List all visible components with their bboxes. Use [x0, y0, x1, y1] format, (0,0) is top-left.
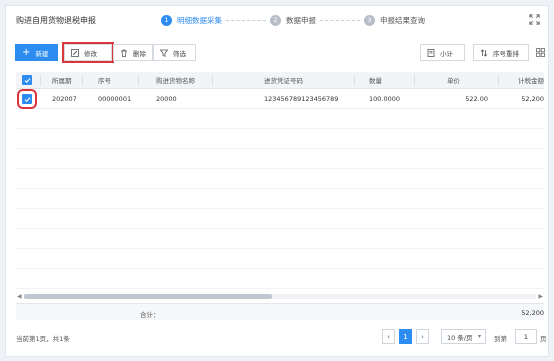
filter-button[interactable]: 筛选 [153, 44, 196, 61]
data-table: 所属期 序号 购进货物名称 进货凭证号码 数量 单价 计税金额 202007 0… [16, 72, 544, 298]
step-number: 2 [270, 14, 281, 26]
page-size-value: 10 条/页 [447, 333, 473, 342]
empty-row [16, 270, 544, 289]
column-header-period[interactable]: 所属期 [52, 72, 72, 88]
scroll-right-icon[interactable]: ▶ [538, 293, 543, 300]
plus-icon: + [22, 46, 31, 58]
page-title: 购进自用货物退税申报 [16, 16, 96, 25]
page-size-select[interactable]: 10 条/页 ▾ [441, 329, 486, 344]
column-divider [354, 75, 355, 86]
check-icon [24, 77, 30, 83]
check-icon [24, 96, 30, 102]
new-label: 新建 [35, 49, 49, 58]
empty-row [16, 110, 544, 129]
step-1[interactable]: 1 明细数据采集 [161, 14, 222, 26]
filter-label: 筛选 [173, 49, 186, 58]
column-divider [414, 75, 415, 86]
totals-label: 合计： [140, 311, 160, 319]
step-2[interactable]: 2 数据申报 [270, 14, 316, 26]
step-number: 1 [161, 14, 172, 26]
cell-seq: 00000001 [98, 95, 132, 103]
column-divider [82, 75, 83, 86]
pagination-bar: 当前第1页，共1条 ‹ 1 › 10 条/页 ▾ 到第 页 [16, 328, 547, 348]
scrollbar-thumb[interactable] [24, 294, 272, 299]
step-indicator: 1 明细数据采集 2 数据申报 3 申报结果查询 [161, 12, 425, 28]
cell-period: 202007 [52, 95, 77, 103]
chevron-left-icon: ‹ [387, 332, 390, 341]
edit-icon [71, 48, 79, 57]
column-settings-icon[interactable] [536, 48, 545, 57]
subtotal-button[interactable]: 小计 [420, 44, 465, 61]
cell-price: 522.00 [465, 95, 488, 103]
cell-quantity: 100.0000 [368, 95, 400, 103]
edit-label: 修改 [84, 49, 97, 58]
goto-page-input[interactable] [515, 329, 537, 344]
step-label: 申报结果查询 [380, 15, 425, 25]
select-all-checkbox[interactable] [22, 75, 32, 85]
column-divider [40, 75, 41, 86]
column-divider [212, 75, 213, 86]
empty-row [16, 150, 544, 169]
step-connector [320, 19, 360, 21]
page-1-button[interactable]: 1 [399, 329, 412, 344]
row-select-cell [16, 89, 38, 109]
empty-row [16, 190, 544, 209]
filter-icon [160, 49, 168, 57]
subtotal-icon [427, 48, 435, 57]
empty-row [16, 230, 544, 249]
select-all-cell [16, 72, 38, 88]
scroll-left-icon[interactable]: ◀ [17, 293, 22, 300]
sort-icon [480, 48, 488, 57]
column-header-price[interactable]: 单价 [447, 72, 460, 88]
table-header: 所属期 序号 购进货物名称 进货凭证号码 数量 单价 计税金额 [16, 72, 544, 89]
chevron-down-icon: ▾ [477, 333, 481, 340]
next-page-button[interactable]: › [416, 329, 429, 344]
sort-label: 序号重排 [493, 49, 519, 58]
column-divider [138, 75, 139, 86]
step-label: 明细数据采集 [177, 15, 222, 25]
cell-goods: 20000 [156, 95, 177, 103]
column-header-tax-amount[interactable]: 计税金额 [518, 72, 544, 88]
step-connector [226, 19, 266, 21]
column-header-quantity[interactable]: 数量 [369, 72, 382, 88]
goto-label: 到第 [494, 335, 507, 343]
toolbar: + 新建 修改 删除 筛选 小计 序号重排 [14, 42, 545, 64]
expand-icon[interactable] [529, 14, 540, 25]
column-header-seq[interactable]: 序号 [98, 72, 111, 88]
chevron-right-icon: › [421, 332, 424, 341]
column-header-goods[interactable]: 购进货物名称 [156, 72, 195, 88]
trash-icon [121, 49, 127, 57]
delete-button[interactable]: 删除 [113, 44, 153, 61]
empty-row [16, 170, 544, 189]
subtotal-label: 小计 [440, 49, 453, 58]
prev-page-button[interactable]: ‹ [382, 329, 395, 344]
edit-button[interactable]: 修改 [62, 42, 114, 63]
resequence-button[interactable]: 序号重排 [473, 44, 529, 61]
step-label: 数据申报 [286, 15, 316, 25]
cell-voucher: 123456789123456789 [264, 95, 339, 103]
empty-row [16, 130, 544, 149]
empty-row [16, 210, 544, 229]
page-info: 当前第1页，共1条 [16, 335, 70, 343]
column-header-voucher[interactable]: 进货凭证号码 [264, 72, 303, 88]
cell-tax-amount: 52,200 [521, 95, 544, 103]
horizontal-scrollbar[interactable]: ◀ ▶ [16, 292, 544, 301]
row-checkbox[interactable] [17, 89, 37, 109]
main-panel: 购进自用货物退税申报 1 明细数据采集 2 数据申报 3 申报结果查询 + 新建… [5, 5, 549, 357]
empty-row [16, 250, 544, 269]
new-button[interactable]: + 新建 [15, 44, 58, 61]
table-row[interactable]: 202007 00000001 20000 123456789123456789… [16, 89, 544, 109]
totals-row: 合计： 52,200 [16, 303, 544, 320]
column-divider [498, 75, 499, 86]
goto-suffix: 页 [540, 335, 547, 343]
totals-tax-amount: 52,200 [521, 309, 544, 317]
step-number: 3 [364, 14, 375, 26]
delete-label: 删除 [133, 49, 146, 58]
step-3[interactable]: 3 申报结果查询 [364, 14, 425, 26]
page-header: 购进自用货物退税申报 1 明细数据采集 2 数据申报 3 申报结果查询 [6, 6, 548, 34]
